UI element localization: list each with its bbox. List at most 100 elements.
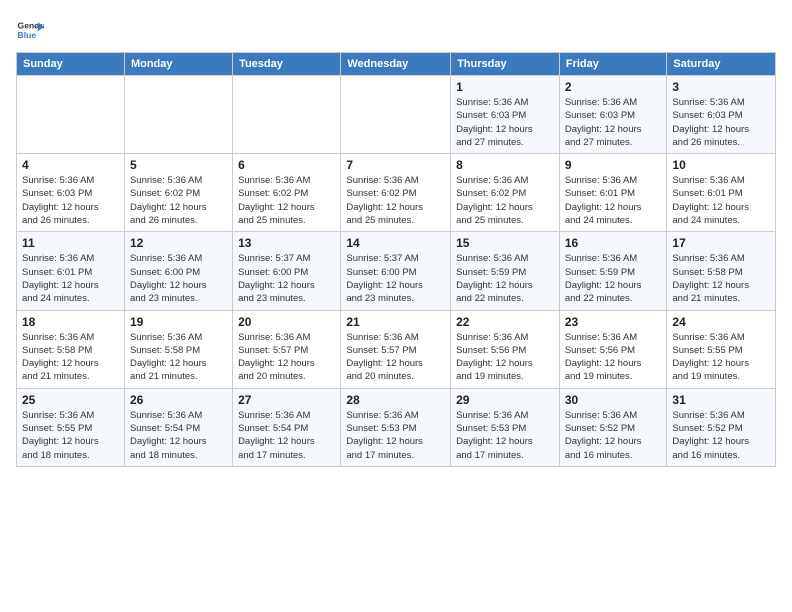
day-info: Sunrise: 5:36 AM Sunset: 6:02 PM Dayligh… — [346, 174, 445, 227]
day-info: Sunrise: 5:36 AM Sunset: 5:59 PM Dayligh… — [565, 252, 662, 305]
calendar-cell: 27 Sunrise: 5:36 AM Sunset: 5:54 PM Dayli… — [233, 388, 341, 466]
calendar-cell: 1Sunrise: 5:36 AM Sunset: 6:03 PM Daylig… — [451, 76, 560, 154]
day-number: 21 — [346, 315, 445, 329]
col-header-sunday: Sunday — [17, 53, 125, 76]
day-info: Sunrise: 5:36 AM Sunset: 5:53 PM Dayligh… — [346, 409, 445, 462]
day-number: 19 — [130, 315, 227, 329]
calendar-cell: 9 Sunrise: 5:36 AM Sunset: 6:01 PM Daylig… — [559, 154, 667, 232]
calendar-cell — [17, 76, 125, 154]
calendar-cell: 8 Sunrise: 5:36 AM Sunset: 6:02 PM Daylig… — [451, 154, 560, 232]
day-info: Sunrise: 5:36 AM Sunset: 6:03 PM Dayligh… — [22, 174, 119, 227]
day-info: Sunrise: 5:36 AM Sunset: 6:02 PM Dayligh… — [130, 174, 227, 227]
day-info: Sunrise: 5:36 AM Sunset: 5:52 PM Dayligh… — [565, 409, 662, 462]
calendar-cell — [124, 76, 232, 154]
calendar-cell: 28 Sunrise: 5:36 AM Sunset: 5:53 PM Dayli… — [341, 388, 451, 466]
col-header-saturday: Saturday — [667, 53, 776, 76]
day-info: Sunrise: 5:36 AM Sunset: 6:03 PM Dayligh… — [672, 96, 770, 149]
day-info: Sunrise: 5:36 AM Sunset: 5:55 PM Dayligh… — [672, 331, 770, 384]
day-number: 12 — [130, 236, 227, 250]
day-number: 13 — [238, 236, 335, 250]
day-info: Sunrise: 5:36 AM Sunset: 6:01 PM Dayligh… — [22, 252, 119, 305]
calendar-cell: 22 Sunrise: 5:36 AM Sunset: 5:56 PM Dayli… — [451, 310, 560, 388]
calendar-cell: 12Sunrise: 5:36 AM Sunset: 6:00 PM Dayli… — [124, 232, 232, 310]
col-header-tuesday: Tuesday — [233, 53, 341, 76]
col-header-monday: Monday — [124, 53, 232, 76]
day-number: 28 — [346, 393, 445, 407]
day-info: Sunrise: 5:36 AM Sunset: 6:01 PM Dayligh… — [672, 174, 770, 227]
day-number: 11 — [22, 236, 119, 250]
day-info: Sunrise: 5:36 AM Sunset: 6:01 PM Dayligh… — [565, 174, 662, 227]
day-info: Sunrise: 5:36 AM Sunset: 5:55 PM Dayligh… — [22, 409, 119, 462]
day-number: 4 — [22, 158, 119, 172]
col-header-wednesday: Wednesday — [341, 53, 451, 76]
day-info: Sunrise: 5:36 AM Sunset: 5:53 PM Dayligh… — [456, 409, 554, 462]
calendar-cell: 7Sunrise: 5:36 AM Sunset: 6:02 PM Daylig… — [341, 154, 451, 232]
day-number: 22 — [456, 315, 554, 329]
calendar-cell: 15 Sunrise: 5:36 AM Sunset: 5:59 PM Dayli… — [451, 232, 560, 310]
day-number: 16 — [565, 236, 662, 250]
day-number: 30 — [565, 393, 662, 407]
day-number: 17 — [672, 236, 770, 250]
col-header-thursday: Thursday — [451, 53, 560, 76]
calendar-cell: 3 Sunrise: 5:36 AM Sunset: 6:03 PM Daylig… — [667, 76, 776, 154]
calendar-cell: 13 Sunrise: 5:37 AM Sunset: 6:00 PM Dayli… — [233, 232, 341, 310]
calendar-table: SundayMondayTuesdayWednesdayThursdayFrid… — [16, 52, 776, 467]
col-header-friday: Friday — [559, 53, 667, 76]
day-number: 27 — [238, 393, 335, 407]
svg-text:Blue: Blue — [18, 30, 37, 40]
day-number: 14 — [346, 236, 445, 250]
logo: General Blue — [16, 16, 44, 44]
calendar-cell: 16 Sunrise: 5:36 AM Sunset: 5:59 PM Dayli… — [559, 232, 667, 310]
calendar-cell: 6 Sunrise: 5:36 AM Sunset: 6:02 PM Daylig… — [233, 154, 341, 232]
day-number: 10 — [672, 158, 770, 172]
calendar-cell: 2 Sunrise: 5:36 AM Sunset: 6:03 PM Daylig… — [559, 76, 667, 154]
calendar-cell: 26 Sunrise: 5:36 AM Sunset: 5:54 PM Dayli… — [124, 388, 232, 466]
day-number: 6 — [238, 158, 335, 172]
day-number: 8 — [456, 158, 554, 172]
day-number: 15 — [456, 236, 554, 250]
day-number: 24 — [672, 315, 770, 329]
day-info: Sunrise: 5:36 AM Sunset: 5:58 PM Dayligh… — [22, 331, 119, 384]
day-info: Sunrise: 5:36 AM Sunset: 6:02 PM Dayligh… — [238, 174, 335, 227]
day-info: Sunrise: 5:36 AM Sunset: 5:54 PM Dayligh… — [130, 409, 227, 462]
logo-icon: General Blue — [16, 16, 44, 44]
day-number: 3 — [672, 80, 770, 94]
day-info: Sunrise: 5:36 AM Sunset: 6:03 PM Dayligh… — [565, 96, 662, 149]
day-number: 9 — [565, 158, 662, 172]
day-number: 2 — [565, 80, 662, 94]
calendar-cell: 20 Sunrise: 5:36 AM Sunset: 5:57 PM Dayli… — [233, 310, 341, 388]
calendar-cell — [341, 76, 451, 154]
calendar-cell: 14 Sunrise: 5:37 AM Sunset: 6:00 PM Dayli… — [341, 232, 451, 310]
day-info: Sunrise: 5:36 AM Sunset: 5:58 PM Dayligh… — [672, 252, 770, 305]
day-number: 26 — [130, 393, 227, 407]
calendar-cell: 10 Sunrise: 5:36 AM Sunset: 6:01 PM Dayli… — [667, 154, 776, 232]
day-info: Sunrise: 5:37 AM Sunset: 6:00 PM Dayligh… — [238, 252, 335, 305]
day-info: Sunrise: 5:36 AM Sunset: 5:56 PM Dayligh… — [565, 331, 662, 384]
calendar-cell — [233, 76, 341, 154]
calendar-cell: 5 Sunrise: 5:36 AM Sunset: 6:02 PM Daylig… — [124, 154, 232, 232]
page-header: General Blue — [16, 16, 776, 44]
day-info: Sunrise: 5:37 AM Sunset: 6:00 PM Dayligh… — [346, 252, 445, 305]
day-number: 25 — [22, 393, 119, 407]
day-number: 31 — [672, 393, 770, 407]
day-info: Sunrise: 5:36 AM Sunset: 5:57 PM Dayligh… — [346, 331, 445, 384]
day-info: Sunrise: 5:36 AM Sunset: 5:57 PM Dayligh… — [238, 331, 335, 384]
day-number: 18 — [22, 315, 119, 329]
day-number: 5 — [130, 158, 227, 172]
day-info: Sunrise: 5:36 AM Sunset: 5:54 PM Dayligh… — [238, 409, 335, 462]
calendar-cell: 18 Sunrise: 5:36 AM Sunset: 5:58 PM Dayli… — [17, 310, 125, 388]
day-number: 20 — [238, 315, 335, 329]
day-info: Sunrise: 5:36 AM Sunset: 5:58 PM Dayligh… — [130, 331, 227, 384]
calendar-cell: 23Sunrise: 5:36 AM Sunset: 5:56 PM Dayli… — [559, 310, 667, 388]
calendar-cell: 11 Sunrise: 5:36 AM Sunset: 6:01 PM Dayli… — [17, 232, 125, 310]
calendar-cell: 25 Sunrise: 5:36 AM Sunset: 5:55 PM Dayli… — [17, 388, 125, 466]
calendar-cell: 31 Sunrise: 5:36 AM Sunset: 5:52 PM Dayli… — [667, 388, 776, 466]
calendar-cell: 17 Sunrise: 5:36 AM Sunset: 5:58 PM Dayli… — [667, 232, 776, 310]
day-info: Sunrise: 5:36 AM Sunset: 5:52 PM Dayligh… — [672, 409, 770, 462]
calendar-cell: 19 Sunrise: 5:36 AM Sunset: 5:58 PM Dayli… — [124, 310, 232, 388]
calendar-cell: 24 Sunrise: 5:36 AM Sunset: 5:55 PM Dayli… — [667, 310, 776, 388]
day-info: Sunrise: 5:36 AM Sunset: 5:59 PM Dayligh… — [456, 252, 554, 305]
calendar-cell: 30 Sunrise: 5:36 AM Sunset: 5:52 PM Dayli… — [559, 388, 667, 466]
day-info: Sunrise: 5:36 AM Sunset: 5:56 PM Dayligh… — [456, 331, 554, 384]
day-info: Sunrise: 5:36 AM Sunset: 6:02 PM Dayligh… — [456, 174, 554, 227]
